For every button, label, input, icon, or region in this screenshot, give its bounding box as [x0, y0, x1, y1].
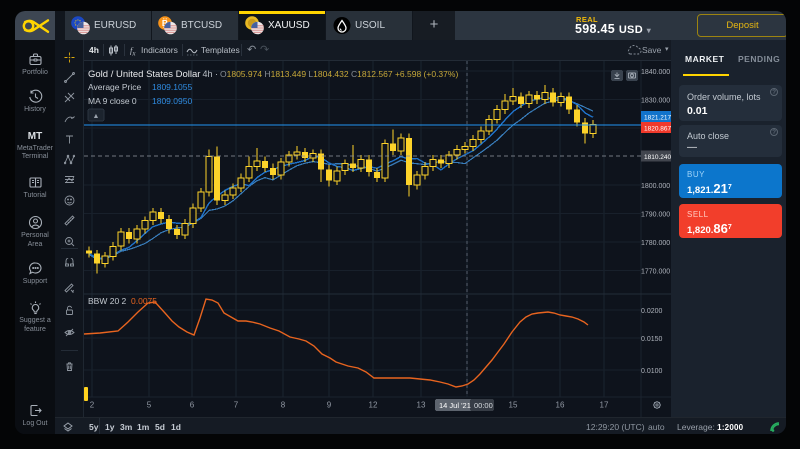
- svg-text:0.0150: 0.0150: [641, 336, 663, 343]
- svg-text:1820.867: 1820.867: [644, 126, 671, 133]
- svg-text:6: 6: [190, 401, 195, 410]
- svg-text:14 Jul '21: 14 Jul '21: [439, 401, 471, 410]
- svg-text:5: 5: [147, 401, 152, 410]
- svg-text:00:00: 00:00: [474, 401, 493, 410]
- svg-text:8: 8: [281, 401, 286, 410]
- svg-text:0.0075: 0.0075: [131, 296, 157, 306]
- svg-text:17: 17: [600, 401, 609, 410]
- svg-text:1809.0950: 1809.0950: [152, 96, 192, 106]
- svg-text:1830.000: 1830.000: [641, 98, 670, 105]
- svg-text:MA 9 close 0: MA 9 close 0: [88, 96, 137, 106]
- svg-text:0.0100: 0.0100: [641, 368, 663, 375]
- svg-text:1790.000: 1790.000: [641, 212, 670, 219]
- svg-text:1809.1055: 1809.1055: [152, 82, 192, 92]
- svg-text:2: 2: [90, 401, 95, 410]
- svg-text:BBW 20 2: BBW 20 2: [88, 296, 127, 306]
- svg-text:1770.000: 1770.000: [641, 269, 670, 276]
- svg-text:O1805.974 H1813.449 L1804.432: O1805.974 H1813.449 L1804.432 C1812.567 …: [220, 69, 458, 79]
- svg-text:1810.240: 1810.240: [644, 154, 671, 161]
- svg-text:9: 9: [327, 401, 332, 410]
- svg-text:Average Price: Average Price: [88, 82, 142, 92]
- svg-text:1821.217: 1821.217: [644, 115, 671, 122]
- svg-text:16: 16: [556, 401, 565, 410]
- svg-text:15: 15: [509, 401, 518, 410]
- svg-text:1840.000: 1840.000: [641, 69, 670, 76]
- svg-text:13: 13: [417, 401, 426, 410]
- svg-text:· 4h ·: · 4h ·: [197, 69, 218, 79]
- svg-text:1800.000: 1800.000: [641, 183, 670, 190]
- svg-text:7: 7: [234, 401, 239, 410]
- svg-text:Gold / United States Dollar: Gold / United States Dollar: [88, 69, 200, 80]
- svg-text:12: 12: [369, 401, 378, 410]
- svg-text:▲: ▲: [93, 113, 100, 120]
- svg-text:1780.000: 1780.000: [641, 240, 670, 247]
- svg-text:0.0200: 0.0200: [641, 308, 663, 315]
